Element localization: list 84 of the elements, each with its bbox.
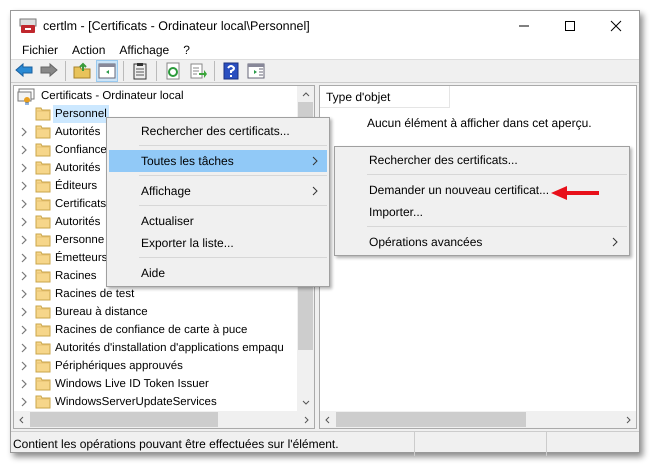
status-text: Contient les opérations pouvant être effectuées sur l'élément. [11,432,415,456]
expand-chevron-icon[interactable] [20,307,28,317]
maximize-icon [564,20,576,32]
folder-icon [35,142,51,158]
menu-item[interactable]: Opérations avancées [337,231,627,253]
expand-chevron-icon[interactable] [20,145,28,155]
folder-icon [35,322,51,338]
folder-icon [35,286,51,302]
forward-arrow-icon [40,62,58,80]
column-header[interactable]: Type d'objet [320,86,450,108]
menu-item[interactable]: Exporter la liste... [109,232,327,254]
menu-item[interactable]: Action [65,41,112,59]
menu-item[interactable]: Rechercher des certificats... [109,120,327,142]
expand-chevron-icon[interactable] [20,181,28,191]
menu-item[interactable]: Actualiser [109,210,327,232]
tree-item[interactable]: Windows Live ID Token Issuer [53,375,211,393]
folder-up-icon [73,62,91,80]
folder-icon [35,358,51,374]
toolbar-button[interactable] [96,60,118,82]
window-title: certlm - [Certificats - Ordinateur local\Personnel] [43,18,310,35]
folder-icon [35,232,51,248]
tree-item[interactable]: Personne [53,231,106,249]
menu-item[interactable]: Affichage [112,41,176,59]
folder-icon [35,340,51,356]
menu-item[interactable]: Demander un nouveau certificat... [337,179,627,201]
annotation-arrow [549,185,601,201]
horizontal-scrollbar[interactable] [14,411,314,428]
expand-chevron-icon[interactable] [20,163,28,173]
folder-icon [35,250,51,266]
folder-icon [35,268,51,284]
expand-chevron-icon[interactable] [20,127,28,137]
help-icon [222,62,240,80]
close-icon [610,20,622,32]
tree-item[interactable]: Autorités d'installation d'applications empaqu [53,339,286,357]
tree-item[interactable]: Certificats - Ordinateur local [39,87,186,105]
app-icon [19,18,37,34]
expand-chevron-icon[interactable] [20,343,28,353]
menu-item[interactable]: ? [176,41,197,59]
menu-item[interactable]: Affichage [109,180,327,202]
expand-chevron-icon[interactable] [20,289,28,299]
empty-message: Aucun élément à afficher dans cet aperçu. [366,115,593,132]
folder-icon [35,394,51,410]
menu-item[interactable]: Importer... [337,201,627,223]
tree-item[interactable]: Racines de confiance de carte à puce [53,321,250,339]
export-list-icon [189,62,207,80]
folder-icon [35,106,51,122]
menu-item[interactable]: Aide [109,262,327,284]
tree-item[interactable]: Certificats [53,195,108,213]
refresh-icon [164,62,182,80]
folder-icon [35,160,51,176]
folder-icon [35,214,51,230]
tree-item[interactable]: Personnel [53,105,109,123]
tree-pane-icon [98,62,116,80]
folder-icon [35,124,51,140]
tree-item[interactable]: WindowsServerUpdateServices [53,393,219,411]
expand-chevron-icon[interactable] [20,217,28,227]
menu-item[interactable]: Fichier [15,41,66,59]
tree-item[interactable]: Racines de test [53,285,136,303]
tree-item[interactable]: Éditeurs [53,177,100,195]
folder-icon [35,376,51,392]
tree-item[interactable]: Périphériques approuvés [53,357,185,375]
expand-chevron-icon[interactable] [20,379,28,389]
tree-item[interactable]: Racines [53,267,99,285]
expand-chevron-icon[interactable] [20,253,28,263]
expand-chevron-icon[interactable] [20,397,28,407]
expand-chevron-icon[interactable] [20,235,28,245]
folder-icon [35,178,51,194]
expand-chevron-icon[interactable] [20,271,28,281]
menu-item[interactable]: Rechercher des certificats... [337,149,627,171]
menu-item[interactable]: Toutes les tâches [109,150,327,172]
expand-chevron-icon[interactable] [20,199,28,209]
tree-item[interactable]: Bureau à distance [53,303,150,321]
tree-item[interactable]: Autorités [53,123,102,141]
horizontal-scrollbar[interactable] [320,411,636,428]
back-arrow-icon [15,62,33,80]
tree-item[interactable]: Confiance [53,141,109,159]
folder-icon [35,304,51,320]
folder-icon [35,196,51,212]
tree-item[interactable]: Autorités [53,159,102,177]
tree-item[interactable]: Autorités [53,213,102,231]
tree-item[interactable]: Émetteurs [53,249,110,267]
expand-chevron-icon[interactable] [20,325,28,335]
action-pane-icon [247,62,265,80]
expand-chevron-icon[interactable] [20,361,28,371]
